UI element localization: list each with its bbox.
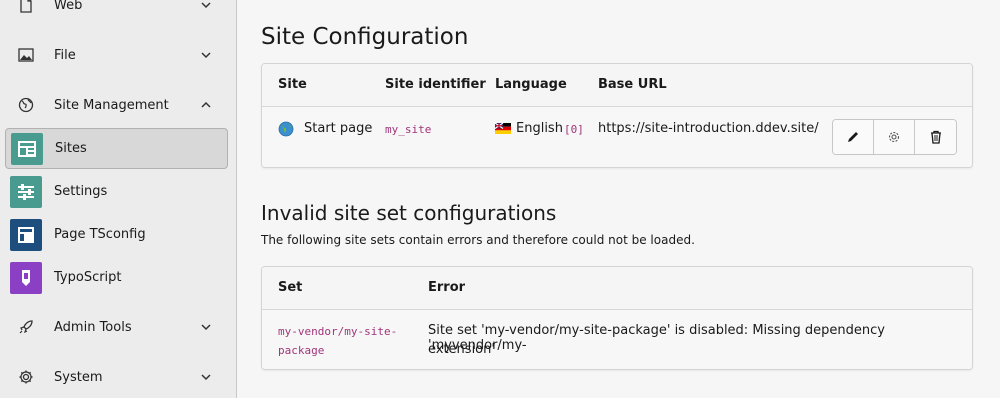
page-tsconfig-module-icon [10,218,42,251]
chevron-down-icon [201,374,211,381]
menu-group-label: File [54,47,76,63]
invalid-sets-description: The following site sets contain errors a… [261,233,695,247]
row-actions [832,119,957,155]
error-message-line1: Site set 'my-vendor/my-site-package' is … [428,323,885,353]
set-identifier-line2: package [278,344,325,357]
module-label: Settings [54,184,108,199]
site-settings-button[interactable] [874,120,915,154]
site-globe-icon [278,121,294,141]
typoscript-module-icon [10,261,42,294]
set-identifier-line1: my-vendor/my-site- [278,325,398,338]
table-header: Site Site identifier Language Base URL [262,64,972,107]
sites-module-icon [11,132,43,165]
column-header-site: Site [278,77,307,92]
base-url[interactable]: https://site-introduction.ddev.site/ [598,121,819,136]
chevron-down-icon [201,324,211,331]
menu-group-file[interactable]: File [0,35,236,75]
module-label: TypoScript [54,270,122,285]
table-header: Set Error [262,267,972,310]
gear-icon [888,131,900,143]
chevron-up-icon [201,101,211,108]
column-header-language: Language [495,77,567,92]
menu-group-label: Site Management [54,97,169,113]
column-header-error: Error [428,280,466,295]
menu-group-admin-tools[interactable]: Admin Tools [0,307,236,347]
menu-group-label: Admin Tools [54,319,132,335]
trash-icon [930,130,941,144]
settings-module-icon [10,175,42,208]
menu-group-web[interactable]: Web [0,0,236,25]
menu-group-site-management[interactable]: Site Management [0,85,236,125]
chevron-down-icon [201,52,211,59]
language-title: English [516,121,563,136]
table-row: my-vendor/my-site- package Site set 'my-… [262,310,972,369]
invalid-sets-title: Invalid site set configurations [261,201,557,225]
menu-group-label: System [54,369,103,385]
image-icon [17,46,35,64]
module-page-tsconfig[interactable]: Page TSconfig [5,214,228,255]
edit-button[interactable] [833,120,874,154]
error-message-line2: extension' [428,342,495,357]
column-header-set: Set [278,280,303,295]
column-header-base-url: Base URL [598,77,667,92]
module-typoscript[interactable]: TypoScript [5,257,228,298]
pencil-icon [848,132,858,142]
globe-icon [17,96,35,114]
sites-table: Site Site identifier Language Base URL S… [261,63,973,168]
flag-gb-icon [494,122,511,138]
module-sites[interactable]: Sites [5,128,228,169]
gear-icon [17,368,35,386]
file-icon [17,0,35,14]
module-settings[interactable]: Settings [5,171,228,212]
page-title: Site Configuration [261,24,469,50]
invalid-sets-table: Set Error my-vendor/my-site- package Sit… [261,266,973,370]
menu-group-system[interactable]: System [0,357,236,397]
module-label: Page TSconfig [54,227,146,242]
menu-group-label: Web [54,0,83,13]
site-identifier: my_site [385,123,432,136]
delete-button[interactable] [915,120,956,154]
module-menu: Web File Site Management Sites Settings … [0,0,237,398]
chevron-down-icon [201,2,211,9]
table-row: Start page my_site English [0] https://s… [262,107,972,167]
language-id: [0] [564,123,584,136]
site-title[interactable]: Start page [304,121,372,136]
column-header-site-identifier: Site identifier [385,77,486,92]
module-label: Sites [55,141,87,156]
rocket-icon [17,318,35,336]
module-content: Site Configuration Site Site identifier … [237,0,1000,398]
